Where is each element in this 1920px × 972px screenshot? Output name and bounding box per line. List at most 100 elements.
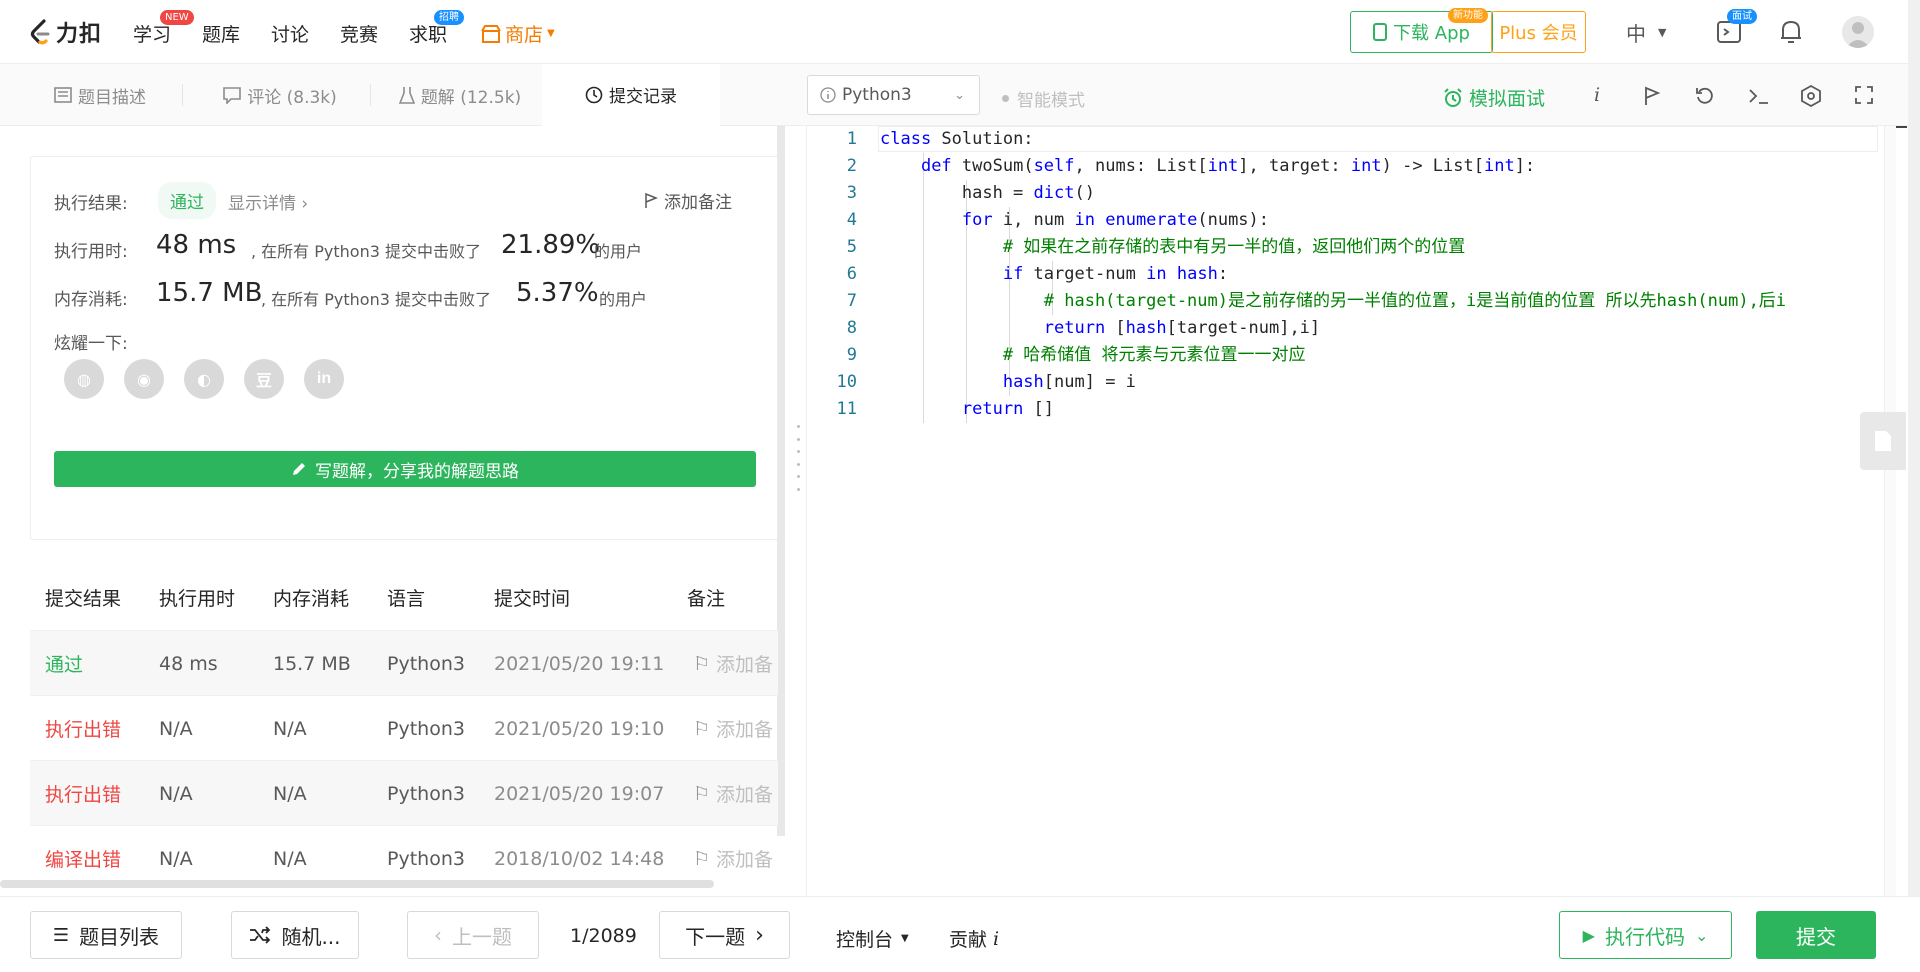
reset-icon[interactable] xyxy=(1695,86,1715,106)
nav-store[interactable]: 商店 ▼ xyxy=(481,20,555,47)
tab-submissions-label: 提交记录 xyxy=(609,87,677,107)
tab-divider xyxy=(182,84,183,106)
memory-users-text: 的用户 xyxy=(599,290,648,309)
new-feature-badge: 新功能 xyxy=(1448,8,1488,23)
vertical-scrollbar[interactable] xyxy=(777,126,785,836)
line-number: 6 xyxy=(846,264,857,284)
clock-icon xyxy=(585,86,603,103)
add-note-cell[interactable]: ⚐ 添加备 xyxy=(693,631,773,696)
code-token: hash xyxy=(1125,318,1167,338)
qq-icon[interactable]: ◐ xyxy=(184,359,224,399)
code-token: hash xyxy=(1176,264,1218,284)
tab-comments[interactable]: 评论 (8.3k) xyxy=(200,64,360,126)
next-button[interactable]: 下一题 › xyxy=(659,911,790,959)
console-toggle[interactable]: 控制台 ▼ xyxy=(836,925,909,952)
language-select[interactable]: Python3 ⌄ xyxy=(807,75,980,115)
code-token: in xyxy=(1074,210,1095,230)
logo[interactable]: 力扣 xyxy=(28,14,102,50)
code-token: hash = xyxy=(880,183,1034,203)
tab-submissions[interactable]: 提交记录 xyxy=(542,64,720,126)
random-button[interactable]: 随机... xyxy=(231,911,359,959)
code-token: in xyxy=(1146,264,1167,284)
italic-info-icon[interactable]: i xyxy=(1594,84,1600,106)
chevron-down-icon: ▼ xyxy=(547,28,555,39)
result-link[interactable]: 执行出错 xyxy=(45,761,121,826)
code-token: hash xyxy=(1002,372,1044,392)
tab-solutions[interactable]: 题解 (12.5k) xyxy=(380,64,540,126)
list-icon: ☰ xyxy=(52,924,70,946)
code-line: 7 # hash(target-num)是之前存储的另一半值的位置，i是当前值的… xyxy=(807,288,1882,315)
wechat-icon[interactable]: ◍ xyxy=(64,359,104,399)
new-badge: NEW xyxy=(160,10,194,25)
chevron-down-icon: ⌄ xyxy=(954,87,965,103)
add-note-button[interactable]: 添加备注 xyxy=(644,188,732,213)
prev-button[interactable]: ‹ 上一题 xyxy=(407,911,539,959)
resize-handle[interactable] xyxy=(797,425,801,491)
add-note-cell-label: 添加备 xyxy=(716,784,774,806)
add-note-cell[interactable]: ⚐ 添加备 xyxy=(693,826,773,881)
submit-button[interactable]: 提交 xyxy=(1756,911,1876,959)
table-row[interactable]: 执行出错 N/A N/A Python3 2021/05/20 19:10 ⚐ 添… xyxy=(30,695,778,760)
memory-cell: N/A xyxy=(273,782,307,805)
chevron-right-icon: › xyxy=(755,922,764,948)
italic-info-icon: i xyxy=(993,927,1000,950)
result-link[interactable]: 通过 xyxy=(45,631,83,696)
smart-mode-toggle[interactable]: 智能模式 xyxy=(1002,86,1085,111)
write-solution-label: 写题解，分享我的解题思路 xyxy=(315,461,519,482)
tab-comments-label: 评论 (8.3k) xyxy=(247,87,337,108)
settings-icon[interactable] xyxy=(1801,85,1821,107)
interview-badge: 面试 xyxy=(1727,9,1757,24)
code-token: dict xyxy=(1033,183,1075,203)
nav-discuss[interactable]: 讨论 xyxy=(271,20,309,47)
contribute-button[interactable]: 贡献 i xyxy=(949,925,999,952)
nav-contest[interactable]: 竞赛 xyxy=(340,20,378,47)
mock-interview-button[interactable]: 模拟面试 xyxy=(1443,84,1545,111)
add-note-cell[interactable]: ⚐ 添加备 xyxy=(693,696,773,761)
page-indicator: 1/2089 xyxy=(570,925,637,947)
runtime-text: , 在所有 Python3 提交中击败了 xyxy=(251,242,481,261)
console-icon[interactable] xyxy=(1748,87,1770,105)
add-note-cell-label: 添加备 xyxy=(716,849,774,871)
plus-member-button[interactable]: Plus 会员 xyxy=(1491,11,1586,53)
side-panel-toggle[interactable] xyxy=(1860,412,1906,470)
weibo-icon[interactable]: ◉ xyxy=(124,359,164,399)
problem-list-button[interactable]: ☰ 题目列表 xyxy=(30,911,182,959)
page-scrollbar[interactable] xyxy=(1908,0,1920,972)
document-icon xyxy=(54,87,72,103)
show-details-link[interactable]: 显示详情 › xyxy=(228,189,308,214)
language-cell: Python3 xyxy=(387,847,465,870)
result-link[interactable]: 执行出错 xyxy=(45,696,121,761)
horizontal-scrollbar[interactable] xyxy=(0,880,714,888)
tab-solutions-label: 题解 (12.5k) xyxy=(420,87,522,108)
table-row[interactable]: 执行出错 N/A N/A Python3 2021/05/20 19:07 ⚐ 添… xyxy=(30,760,778,825)
tab-description[interactable]: 题目描述 xyxy=(25,64,175,126)
write-solution-button[interactable]: 写题解，分享我的解题思路 xyxy=(54,451,756,487)
jobs-badge: 招聘 xyxy=(434,10,464,25)
notification-button[interactable] xyxy=(1778,18,1804,50)
table-row[interactable]: 编译出错 N/A N/A Python3 2018/10/02 14:48 ⚐ 添… xyxy=(30,825,778,881)
flag-icon: ⚐ xyxy=(693,847,711,870)
fullscreen-icon[interactable] xyxy=(1855,86,1873,104)
run-code-button[interactable]: ▶ 执行代码 ⌄ xyxy=(1559,911,1732,959)
line-number: 10 xyxy=(836,372,857,392)
code-token: def xyxy=(920,156,952,176)
douban-icon[interactable]: 豆 xyxy=(244,359,284,399)
add-note-cell[interactable]: ⚐ 添加备 xyxy=(693,761,773,826)
language-switch[interactable]: 中 ▼ xyxy=(1626,18,1666,47)
avatar[interactable] xyxy=(1842,16,1874,48)
line-number: 3 xyxy=(846,183,857,203)
linkedin-icon[interactable]: in xyxy=(304,359,344,399)
table-row[interactable]: 通过 48 ms 15.7 MB Python3 2021/05/20 19:1… xyxy=(30,630,778,695)
result-link[interactable]: 编译出错 xyxy=(45,826,121,881)
nav-problemset[interactable]: 题库 xyxy=(202,20,240,47)
editor-scrollbar[interactable] xyxy=(1884,126,1896,896)
flag-icon[interactable] xyxy=(1643,86,1661,106)
code-editor[interactable]: 1 class Solution: 2 def twoSum(self, nums… xyxy=(807,126,1907,896)
